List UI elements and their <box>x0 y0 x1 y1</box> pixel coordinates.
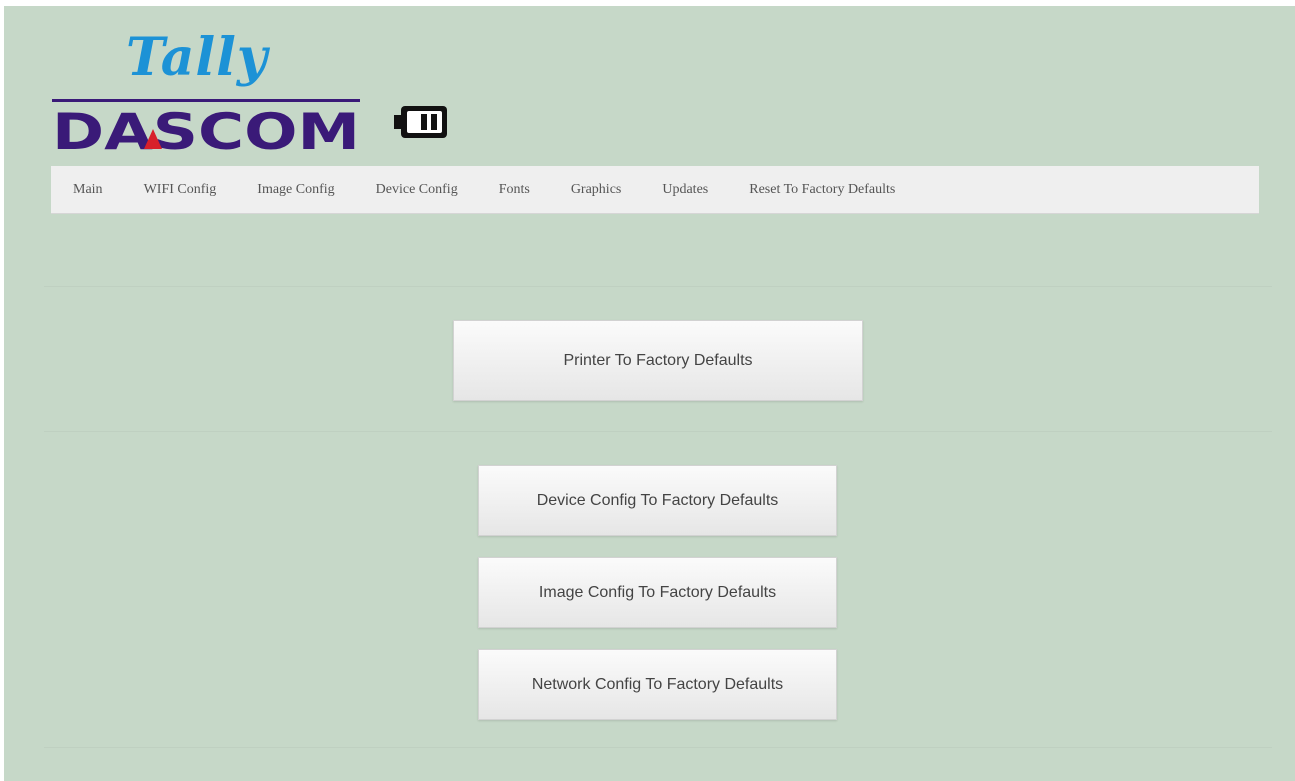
logo-tally-text: Tally <box>126 27 269 88</box>
section-divider <box>44 431 1272 432</box>
device-config-factory-defaults-button[interactable]: Device Config To Factory Defaults <box>478 465 837 536</box>
nav-item-updates[interactable]: Updates <box>662 182 708 198</box>
page-background: Tally DASCOM Main WIFI Config Image Conf… <box>4 6 1295 781</box>
nav-item-graphics[interactable]: Graphics <box>571 182 622 198</box>
nav-item-fonts[interactable]: Fonts <box>499 182 530 198</box>
network-config-factory-defaults-button[interactable]: Network Config To Factory Defaults <box>478 649 837 720</box>
printer-battery-icon <box>394 106 447 138</box>
top-navigation: Main WIFI Config Image Config Device Con… <box>51 166 1259 214</box>
section-divider <box>44 747 1272 748</box>
logo-underline <box>52 99 360 102</box>
image-config-factory-defaults-button[interactable]: Image Config To Factory Defaults <box>478 557 837 628</box>
section-divider <box>44 286 1272 287</box>
nav-item-wifi-config[interactable]: WIFI Config <box>144 182 217 198</box>
nav-item-device-config[interactable]: Device Config <box>376 182 458 198</box>
logo-dascom-wordmark: DASCOM <box>52 105 360 153</box>
tally-dascom-logo: Tally DASCOM <box>52 32 472 162</box>
printer-factory-defaults-button[interactable]: Printer To Factory Defaults <box>453 320 863 401</box>
svg-text:DASCOM: DASCOM <box>52 105 360 153</box>
nav-item-main[interactable]: Main <box>73 182 103 198</box>
nav-item-reset-factory-defaults[interactable]: Reset To Factory Defaults <box>749 182 895 198</box>
nav-item-image-config[interactable]: Image Config <box>257 182 334 198</box>
